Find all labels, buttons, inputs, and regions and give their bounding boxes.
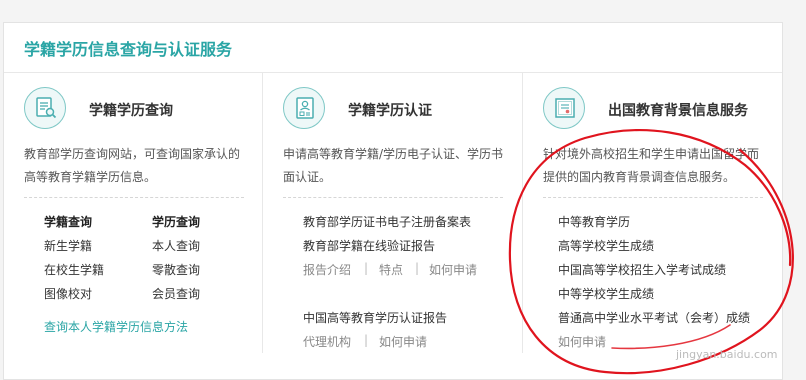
watermark: jingyan.baidu.com <box>676 348 778 361</box>
new-student-status-link[interactable]: 新生学籍 <box>44 237 92 254</box>
degree-query-header[interactable]: 学历查询 <box>152 213 200 230</box>
agency-link[interactable]: 代理机构 <box>303 333 351 350</box>
features-link[interactable]: 特点 <box>379 261 403 278</box>
column-description: 申请高等教育学籍/学历电子认证、学历书面认证。 <box>283 147 504 184</box>
panel-title: 学籍学历信息查询与认证服务 <box>24 40 233 59</box>
services-panel: 学籍学历信息查询与认证服务 学籍学历查询 教育部学历查询网站，可查询国家承认的高… <box>3 22 783 380</box>
secondary-school-grades-link[interactable]: 中等学校学生成绩 <box>558 285 654 302</box>
gaokao-scores-link[interactable]: 中国高等学校招生入学考试成绩 <box>558 261 726 278</box>
high-school-proficiency-test-link[interactable]: 普通高中学业水平考试（会考）成绩 <box>558 309 750 326</box>
secondary-education-link[interactable]: 中等教育学历 <box>558 213 630 230</box>
query-method-link[interactable]: 查询本人学籍学历信息方法 <box>44 318 188 335</box>
column-heading: 学籍学历查询 <box>89 103 173 119</box>
separator: | <box>415 261 420 275</box>
separator: | <box>364 333 369 347</box>
individual-query-link[interactable]: 零散查询 <box>152 261 200 278</box>
personal-query-link[interactable]: 本人查询 <box>152 237 200 254</box>
university-grades-link[interactable]: 高等学校学生成绩 <box>558 237 654 254</box>
how-to-apply-link[interactable]: 如何申请 <box>558 333 606 350</box>
column-description: 针对境外高校招生和学生申请出国留学而提供的国内教育背景调查信息服务。 <box>543 147 760 184</box>
how-to-apply-link[interactable]: 如何申请 <box>379 333 427 350</box>
xueji-query-header[interactable]: 学籍查询 <box>44 213 92 230</box>
china-degree-certification-report-link[interactable]: 中国高等教育学历认证报告 <box>303 309 447 326</box>
column-heading: 出国教育背景信息服务 <box>608 103 748 119</box>
column-heading: 学籍学历认证 <box>348 103 432 119</box>
column-overseas-education-background: 出国教育背景信息服务 针对境外高校招生和学生申请出国留学而提供的国内教育背景调查… <box>523 73 783 363</box>
column-description: 教育部学历查询网站，可查询国家承认的高等教育学籍学历信息。 <box>24 147 241 184</box>
dashed-divider <box>283 197 503 198</box>
online-status-report-link[interactable]: 教育部学籍在线验证报告 <box>303 237 435 254</box>
id-card-icon <box>283 87 325 129</box>
dashed-divider <box>24 197 244 198</box>
diploma-registration-form-link[interactable]: 教育部学历证书电子注册备案表 <box>303 213 471 230</box>
member-query-link[interactable]: 会员查询 <box>152 285 200 302</box>
how-to-apply-link[interactable]: 如何申请 <box>429 261 477 278</box>
page-margin <box>783 22 806 380</box>
image-verification-link[interactable]: 图像校对 <box>44 285 92 302</box>
enrolled-student-status-link[interactable]: 在校生学籍 <box>44 261 104 278</box>
dashed-divider <box>543 197 763 198</box>
certificate-icon <box>543 87 585 129</box>
column-degree-certification: 学籍学历认证 申请高等教育学籍/学历电子认证、学历书面认证。 教育部学历证书电子… <box>263 73 523 363</box>
column-degree-query: 学籍学历查询 教育部学历查询网站，可查询国家承认的高等教育学籍学历信息。 学籍查… <box>4 73 264 363</box>
separator: | <box>364 261 369 275</box>
document-search-icon <box>24 87 66 129</box>
report-intro-link[interactable]: 报告介绍 <box>303 261 351 278</box>
